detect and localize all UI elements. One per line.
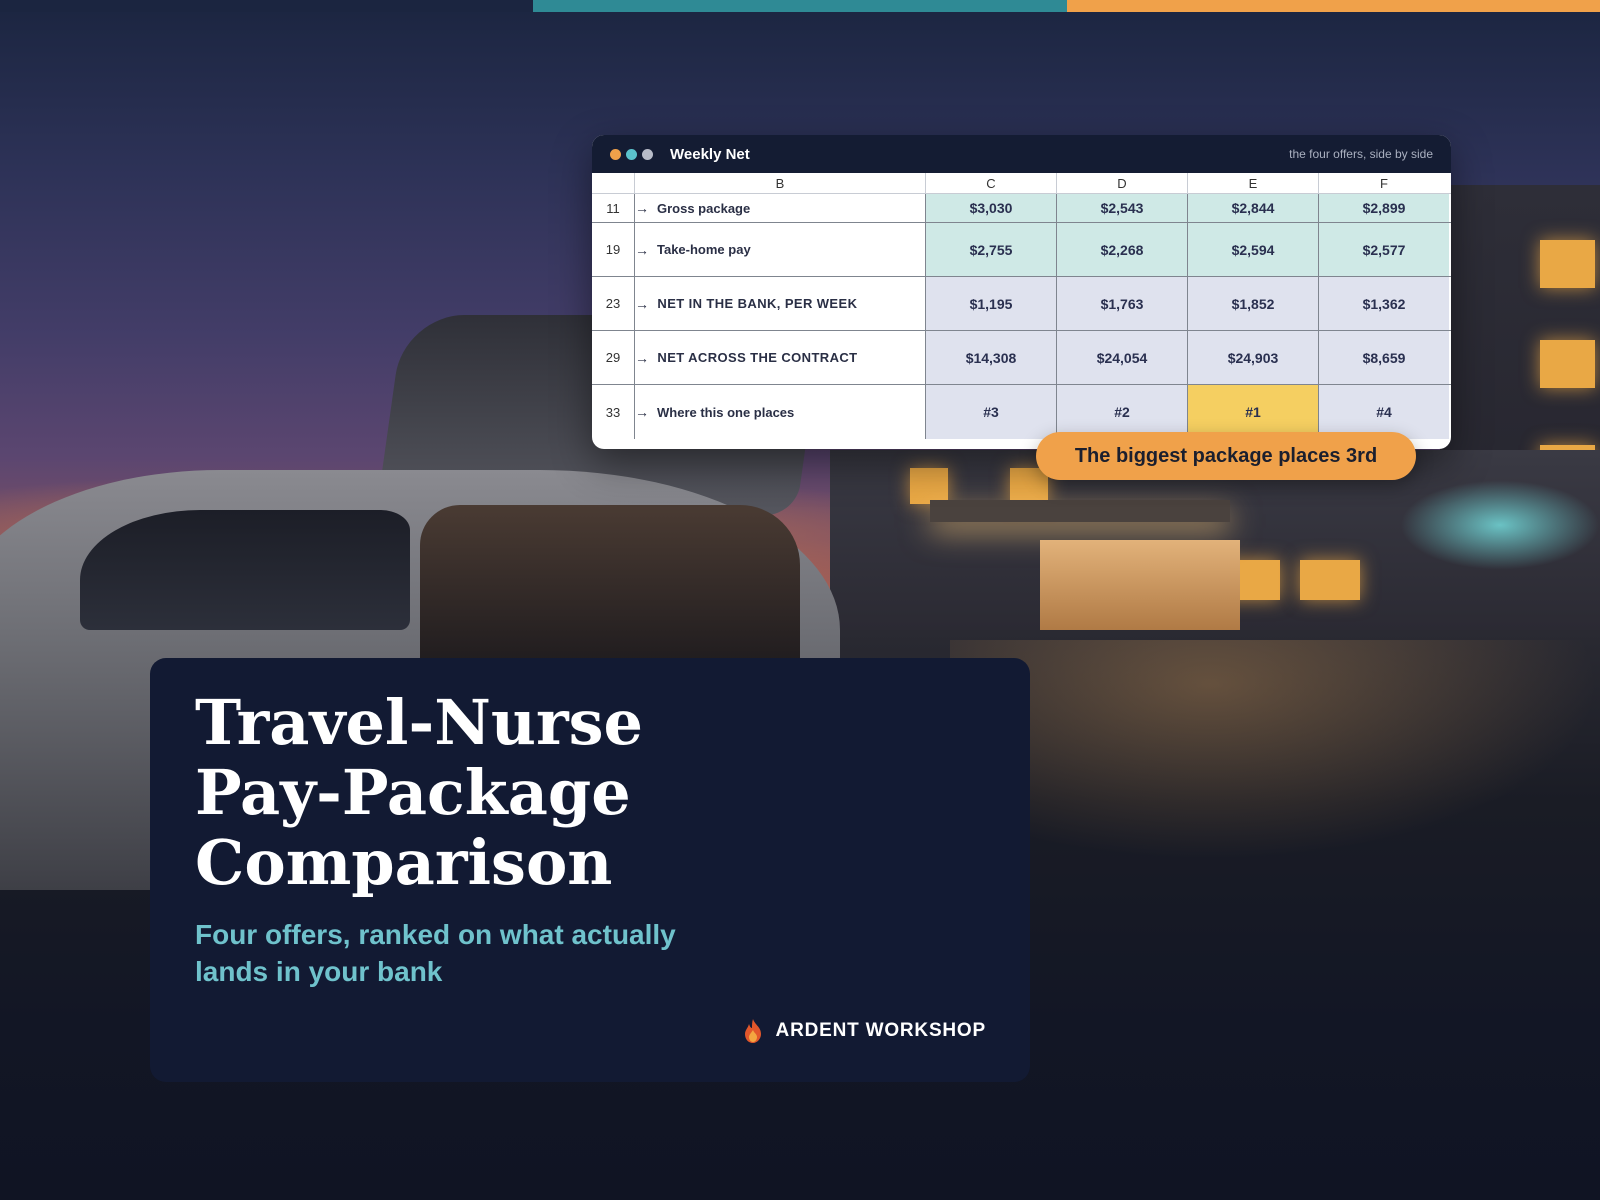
value-cell[interactable]: $2,755 <box>926 223 1057 276</box>
corner-cell <box>592 173 635 193</box>
arrow-right-icon: → <box>635 349 650 366</box>
value-cell[interactable]: $3,030 <box>926 194 1057 222</box>
sheet-subtitle: the four offers, side by side <box>1289 147 1433 161</box>
callout-pill: The biggest package places 3rd <box>1036 432 1416 480</box>
subtitle: Four offers, ranked on what actually lan… <box>195 919 676 987</box>
table-row: 23 → NET IN THE BANK, PER WEEK $1,195 $1,… <box>592 277 1451 331</box>
value-cell[interactable]: $24,054 <box>1057 331 1188 384</box>
table-row: 33 → Where this one places #3 #2 #1 #4 <box>592 385 1451 439</box>
row-number: 19 <box>592 223 635 276</box>
value-cell[interactable]: $1,852 <box>1188 277 1319 330</box>
value-cell[interactable]: $2,594 <box>1188 223 1319 276</box>
value-cell[interactable]: $2,899 <box>1319 194 1449 222</box>
row-label-cell[interactable]: → NET ACROSS THE CONTRACT <box>635 331 926 384</box>
row-label-cell[interactable]: → Where this one places <box>635 385 926 439</box>
column-header-b[interactable]: B <box>635 173 926 193</box>
value-cell[interactable]: $14,308 <box>926 331 1057 384</box>
row-label-cell[interactable]: → Take-home pay <box>635 223 926 276</box>
brand-logo: ARDENT WORKSHOP <box>740 1018 986 1044</box>
window-dot-icon <box>626 148 637 160</box>
title-card: Travel-Nurse Pay-Package Comparison Four… <box>150 658 1030 1082</box>
value-cell[interactable]: $1,362 <box>1319 277 1449 330</box>
column-header-c[interactable]: C <box>926 173 1057 193</box>
arrow-right-icon: → <box>635 295 650 312</box>
rank-cell[interactable]: #4 <box>1319 385 1449 439</box>
hospital-canopy <box>930 500 1230 522</box>
row-label: NET ACROSS THE CONTRACT <box>657 350 858 365</box>
title-line: Travel-Nurse <box>195 686 643 759</box>
row-label: NET IN THE BANK, PER WEEK <box>657 296 858 311</box>
top-stripe-dark <box>0 0 533 12</box>
row-number: 11 <box>592 194 635 222</box>
value-cell[interactable]: $2,577 <box>1319 223 1449 276</box>
window-dot-icon <box>642 148 653 160</box>
column-header-e[interactable]: E <box>1188 173 1319 193</box>
title-line: Pay-Package <box>195 756 631 829</box>
value-cell[interactable]: $2,543 <box>1057 194 1188 222</box>
window-dot-icon <box>610 148 621 160</box>
row-label-cell[interactable]: → NET IN THE BANK, PER WEEK <box>635 277 926 330</box>
window-titlebar: Weekly Net the four offers, side by side <box>592 135 1451 173</box>
value-cell[interactable]: $1,195 <box>926 277 1057 330</box>
table-row: 19 → Take-home pay $2,755 $2,268 $2,594 $… <box>592 223 1451 277</box>
car-trunk <box>420 505 800 675</box>
top-stripe-orange <box>1067 0 1600 12</box>
title-line: Comparison <box>195 826 613 899</box>
brand-name: ARDENT WORKSHOP <box>775 1020 986 1041</box>
arrow-right-icon: → <box>635 200 649 216</box>
table-row: 29 → NET ACROSS THE CONTRACT $14,308 $24,… <box>592 331 1451 385</box>
flame-icon <box>744 1019 761 1043</box>
row-number: 29 <box>592 331 635 384</box>
column-header-d[interactable]: D <box>1057 173 1188 193</box>
rank-cell-highlighted[interactable]: #1 <box>1188 385 1319 439</box>
ground-reflection <box>950 640 1600 860</box>
column-header-f[interactable]: F <box>1319 173 1449 193</box>
row-label: Where this one places <box>657 404 795 420</box>
row-number: 23 <box>592 277 635 330</box>
value-cell[interactable]: $1,763 <box>1057 277 1188 330</box>
spreadsheet-grid: B C D E F 11 → Gross package $3,030 $2,54… <box>592 173 1451 439</box>
hospital-entrance <box>1040 540 1240 630</box>
sheet-title: Weekly Net <box>670 145 750 163</box>
spreadsheet-window: Weekly Net the four offers, side by side… <box>592 135 1451 449</box>
car-window <box>80 510 410 630</box>
teal-light <box>1400 480 1600 570</box>
value-cell[interactable]: $2,268 <box>1057 223 1188 276</box>
column-header-row: B C D E F <box>592 173 1451 194</box>
page-title: Travel-Nurse Pay-Package Comparison <box>195 688 795 898</box>
rank-cell[interactable]: #2 <box>1057 385 1188 439</box>
row-label: Take-home pay <box>657 242 751 257</box>
rank-cell[interactable]: #3 <box>926 385 1057 439</box>
arrow-right-icon: → <box>635 241 649 258</box>
arrow-right-icon: → <box>635 404 649 420</box>
row-number: 33 <box>592 385 635 439</box>
top-stripe-teal <box>533 0 1067 12</box>
table-row: 11 → Gross package $3,030 $2,543 $2,844 $… <box>592 194 1451 223</box>
row-label: Gross package <box>657 200 751 216</box>
value-cell[interactable]: $24,903 <box>1188 331 1319 384</box>
value-cell[interactable]: $8,659 <box>1319 331 1449 384</box>
row-label-cell[interactable]: → Gross package <box>635 194 926 222</box>
value-cell[interactable]: $2,844 <box>1188 194 1319 222</box>
